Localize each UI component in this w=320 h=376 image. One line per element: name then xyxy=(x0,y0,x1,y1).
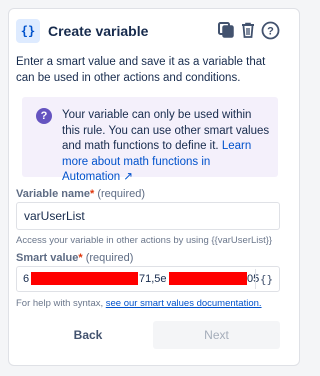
variable-name-helper: Access your variable in other actions by… xyxy=(16,235,273,246)
required-text: (required) xyxy=(94,188,146,200)
variable-braces-icon: {} xyxy=(16,19,40,43)
back-button[interactable]: Back xyxy=(58,321,118,349)
smart-value-text-part: 71,5e xyxy=(139,273,167,285)
info-message: ? Your variable can only be used within … xyxy=(22,97,278,183)
smart-value-helper: For help with syntax, see our smart valu… xyxy=(16,298,262,309)
smart-value-label-text: Smart value xyxy=(16,252,79,264)
question-circle-icon: ? xyxy=(36,108,52,124)
info-message-text: Your variable can only be used within th… xyxy=(62,108,270,186)
redaction-bar xyxy=(31,272,138,285)
smart-value-input[interactable]: 6 71,5e 05 {} xyxy=(16,266,280,292)
description-text: Enter a smart value and save it as a var… xyxy=(16,56,266,84)
trash-icon[interactable] xyxy=(238,20,258,40)
smart-value-helper-text: For help with syntax, xyxy=(16,298,106,309)
variable-name-input[interactable]: varUserList xyxy=(16,202,280,230)
svg-text:?: ? xyxy=(267,25,274,37)
help-icon[interactable]: ? xyxy=(260,20,280,40)
next-button[interactable]: Next xyxy=(153,321,280,349)
required-text: (required) xyxy=(82,252,134,264)
smart-values-docs-link[interactable]: see our smart values documentation. xyxy=(106,298,262,309)
copy-icon[interactable] xyxy=(216,20,236,40)
variable-name-label: Variable name* (required) xyxy=(16,188,145,200)
insert-smart-value-button[interactable]: {} xyxy=(255,269,277,289)
panel-title: Create variable xyxy=(48,23,149,39)
variable-name-label-text: Variable name xyxy=(16,188,90,200)
redaction-bar xyxy=(169,272,247,285)
smart-value-text-part: 6 xyxy=(23,273,30,285)
smart-value-label: Smart value* (required) xyxy=(16,252,133,264)
